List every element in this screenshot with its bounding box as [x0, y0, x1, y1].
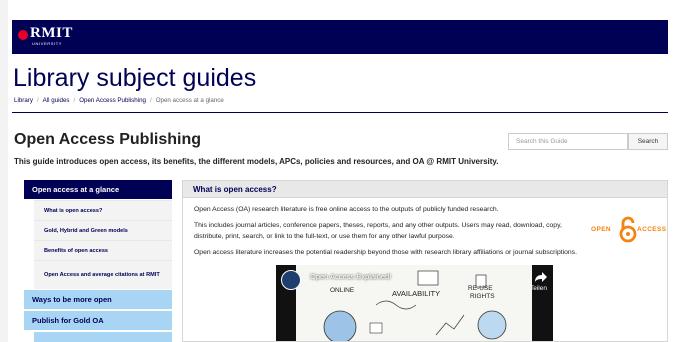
video-title[interactable]: Open Access Explained!	[310, 272, 391, 281]
nav-subitem-gold-hybrid-green[interactable]: Gold, Hybrid and Green models	[34, 220, 172, 240]
site-title[interactable]: Library subject guides	[13, 64, 256, 93]
video-embed[interactable]: ONLINE AVAILABILITY RE-USE RIGHTS Open A…	[276, 265, 553, 341]
nav-item-publish-for-gold-oa[interactable]: Publish for Gold OA	[24, 311, 172, 330]
para-includes: This includes journal articles, conferen…	[194, 222, 562, 240]
share-arrow-icon[interactable]	[534, 271, 548, 283]
breadcrumb-separator: /	[73, 97, 76, 104]
panel-heading: What is open access?	[183, 181, 667, 198]
breadcrumb-current: Open access at a glance	[155, 97, 224, 104]
logo-sub: UNIVERSITY	[32, 41, 63, 46]
channel-avatar[interactable]	[281, 270, 301, 290]
nav-subitem-benefits[interactable]: Benefits of open access	[34, 240, 172, 260]
search-button[interactable]: Search	[628, 133, 668, 150]
breadcrumb-open-access-publishing[interactable]: Open Access Publishing	[79, 97, 146, 104]
open-access-logo: OPEN ACCESS	[591, 215, 666, 245]
breadcrumb-separator: /	[149, 97, 152, 104]
logo-dot	[18, 30, 28, 40]
oa-logo-open: OPEN	[591, 226, 612, 233]
nav-item-open-access-at-a-glance[interactable]: Open access at a glance	[24, 180, 172, 199]
search-input[interactable]	[508, 133, 628, 150]
doodle-availability: AVAILABILITY	[392, 289, 441, 298]
breadcrumb-library[interactable]: Library	[14, 97, 33, 104]
open-lock-icon	[619, 216, 637, 243]
nav-subitem-partial[interactable]	[34, 332, 172, 342]
header-divider	[12, 112, 668, 113]
para-readership: Open access literature increases the pot…	[194, 249, 577, 256]
content-panel: What is open access? Open Access (OA) re…	[182, 180, 668, 342]
breadcrumb: Library / All guides / Open Access Publishin…	[14, 97, 224, 104]
para-definition: Open Access (OA) research literature is …	[194, 206, 499, 213]
share-label[interactable]: Teilen	[530, 285, 547, 292]
doodle-online: ONLINE	[330, 287, 355, 294]
guide-description: This guide introduces open access, its b…	[14, 157, 499, 166]
doodle-reuse: RE-USE	[468, 285, 493, 292]
oa-logo-access: ACCESS	[637, 226, 667, 233]
doodle-rights: RIGHTS	[470, 293, 495, 300]
site-header: RMIT UNIVERSITY	[12, 20, 668, 54]
breadcrumb-separator: /	[36, 97, 39, 104]
breadcrumb-all-guides[interactable]: All guides	[43, 97, 70, 104]
nav-subitem-citations[interactable]: Open Access and average citations at RMI…	[34, 260, 172, 289]
nav-item-ways-to-be-more-open[interactable]: Ways to be more open	[24, 290, 172, 309]
nav-subitem-what-is-open-access[interactable]: What is open access?	[34, 200, 172, 220]
guide-title: Open Access Publishing	[14, 131, 202, 148]
logo-name: RMIT	[30, 25, 73, 41]
